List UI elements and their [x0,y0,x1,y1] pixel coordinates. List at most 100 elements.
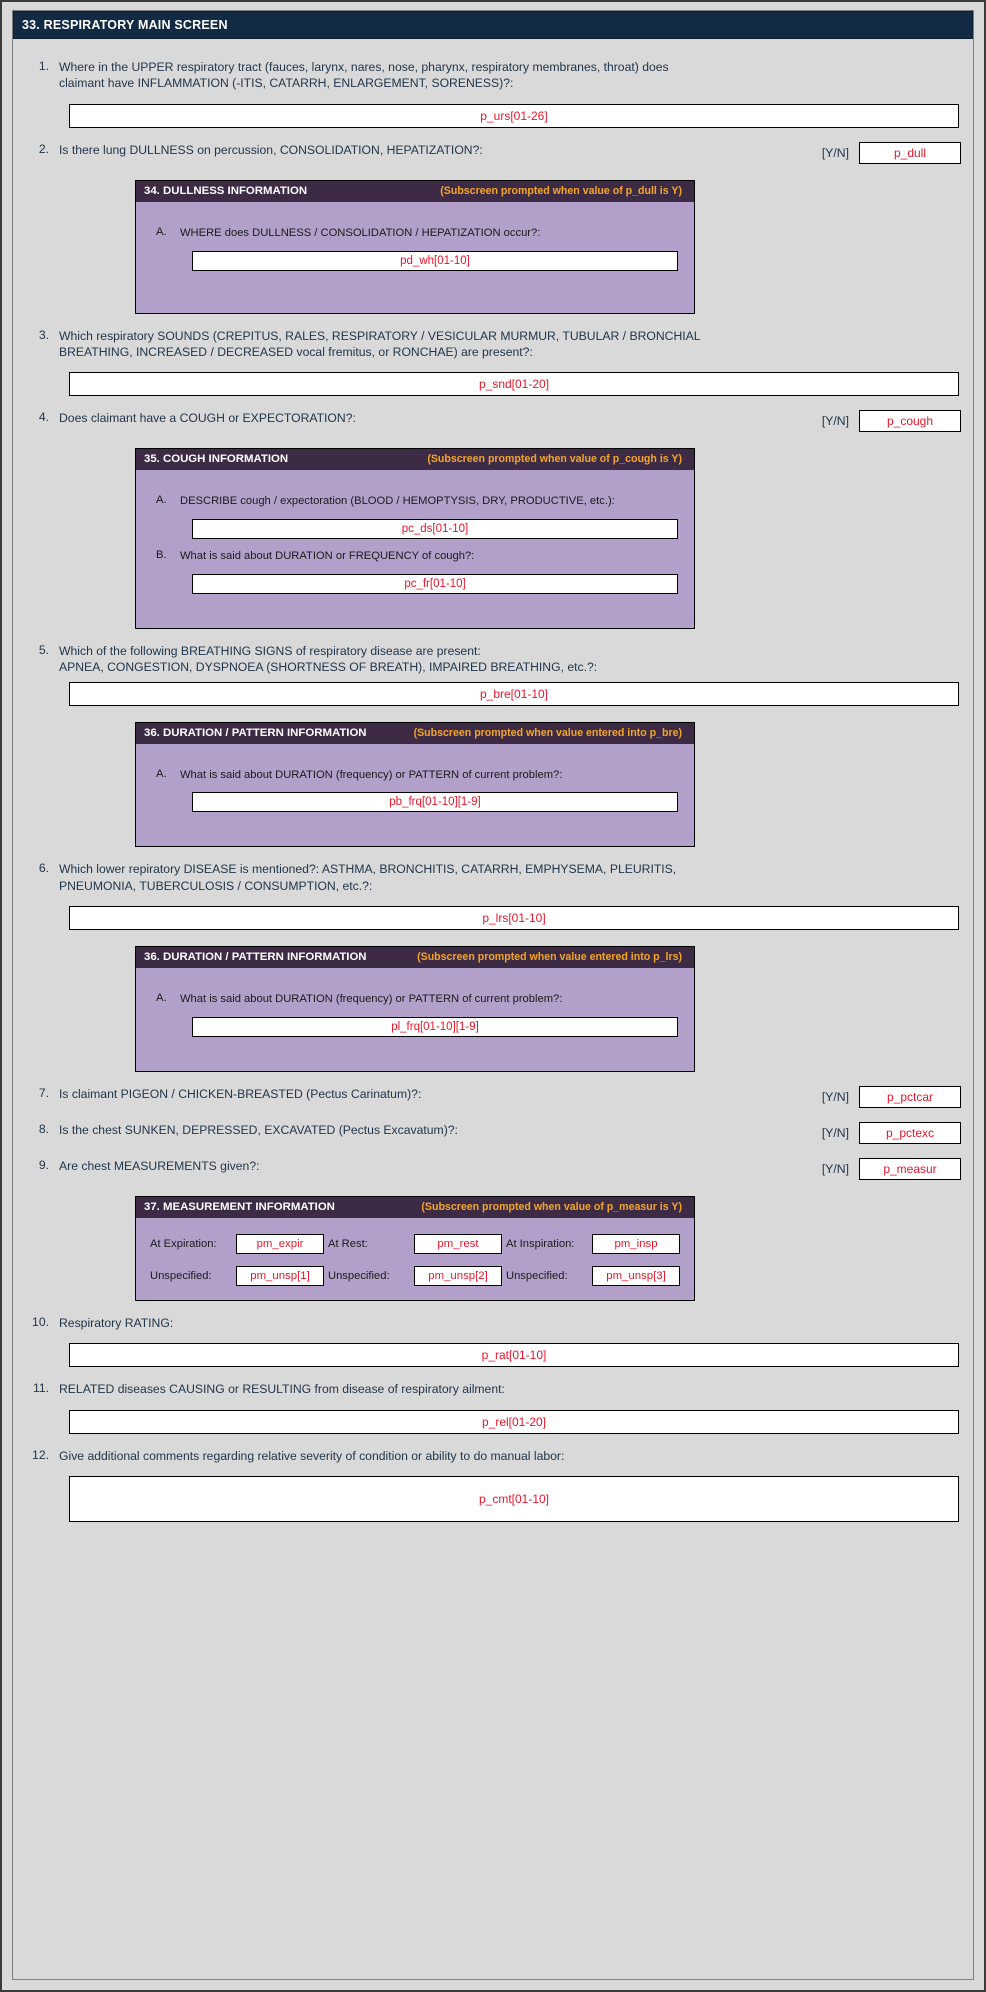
question-5: 5. Which of the following BREATHING SIGN… [25,643,961,676]
subscreen-measurement-body: At Expiration: pm_expir At Rest: pm_rest… [136,1217,694,1300]
respiratory-main-screen-page: 33. RESPIRATORY MAIN SCREEN 1. Where in … [0,0,986,1992]
measurement-row-1: At Expiration: pm_expir At Rest: pm_rest… [150,1233,684,1254]
subscreen-duration-lrs-body: A. What is said about DURATION (frequenc… [136,968,694,1071]
subscreen-dullness-title: 34. DULLNESS INFORMATION [144,184,308,197]
subscreen-cough-body: A. DESCRIBE cough / expectoration (BLOOD… [136,470,694,628]
subscreen-cough-title: 35. COUGH INFORMATION [144,453,289,466]
question-4-number: 4. [38,410,49,425]
question-1: 1. Where in the UPPER respiratory tract … [25,59,961,92]
field-pc-ds[interactable]: pc_ds[01-10] [192,519,678,539]
subscreen-cough-item-a: A. DESCRIBE cough / expectoration (BLOOD… [150,494,680,509]
subscreen-duration-lrs-item-a-label: What is said about DURATION (frequency) … [180,993,563,1005]
field-p-lrs[interactable]: p_lrs[01-10] [69,906,959,930]
question-3-line2: BREATHING, INCREASED / DECREASED vocal f… [59,344,533,359]
measurement-cell-inspiration: At Inspiration: pm_insp [506,1233,684,1254]
question-3: 3. Which respiratory SOUNDS (CREPITUS, R… [25,328,961,361]
field-p-measur[interactable]: p_measur [859,1157,961,1180]
subscreen-cough-header: 35. COUGH INFORMATION (Subscreen prompte… [136,449,694,471]
label-at-inspiration: At Inspiration: [506,1237,575,1250]
subscreen-measurement-note: (Subscreen prompted when value of p_meas… [421,1200,682,1213]
question-6-line1: Which lower repiratory DISEASE is mentio… [59,862,677,877]
field-p-dull[interactable]: p_dull [859,141,961,164]
subscreen-cough-item-a-letter: A. [156,494,167,507]
question-7: 7. Is claimant PIGEON / CHICKEN-BREASTED… [25,1085,961,1108]
subscreen-duration-lrs-title: 36. DURATION / PATTERN INFORMATION [144,951,367,963]
measurement-cell-unspecified-2: Unspecified: pm_unsp[2] [328,1265,506,1286]
field-pc-fr[interactable]: pc_fr[01-10] [192,573,678,594]
subscreen-duration-lrs-note: (Subscreen prompted when value entered i… [417,951,682,963]
question-10-text: Respiratory RATING: [59,1315,174,1330]
question-2: 2. Is there lung DULLNESS on percussion,… [25,141,961,164]
question-7-yn-label: [Y/N] [821,1089,849,1104]
subscreen-duration-bre-note: (Subscreen prompted when value entered i… [413,726,682,739]
question-1-text: Where in the UPPER respiratory tract (fa… [59,59,961,92]
label-at-rest: At Rest: [328,1237,368,1250]
question-4: 4. Does claimant have a COUGH or EXPECTO… [25,410,961,433]
field-pm-rest[interactable]: pm_rest [414,1233,502,1254]
question-11-text: RELATED diseases CAUSING or RESULTING fr… [59,1382,505,1397]
field-p-cough[interactable]: p_cough [859,410,961,433]
question-12-number: 12. [32,1447,49,1462]
question-6-number: 6. [38,861,49,876]
question-9: 9. Are chest MEASUREMENTS given?: [Y/N] … [25,1157,961,1180]
question-8-text: Is the chest SUNKEN, DEPRESSED, EXCAVATE… [59,1122,458,1137]
field-pd-wh[interactable]: pd_wh[01-10] [192,250,678,271]
question-9-yn-label: [Y/N] [821,1161,849,1176]
subscreen-measurement-information: 37. MEASUREMENT INFORMATION (Subscreen p… [135,1195,695,1301]
question-10-number: 10. [32,1314,49,1329]
subscreen-cough-item-a-label: DESCRIBE cough / expectoration (BLOOD / … [180,495,615,508]
subscreen-dullness-information: 34. DULLNESS INFORMATION (Subscreen prom… [135,179,695,314]
field-pb-frq[interactable]: pb_frq[01-10][1-9] [192,792,678,813]
field-p-snd[interactable]: p_snd[01-20] [69,372,959,397]
question-2-text: Is there lung DULLNESS on percussion, CO… [59,142,483,157]
subscreen-cough-item-b-label: What is said about DURATION or FREQUENCY… [180,550,475,562]
question-6: 6. Which lower repiratory DISEASE is men… [25,861,961,894]
subscreen-duration-lrs-item-a: A. What is said about DURATION (frequenc… [150,992,680,1007]
field-p-rel[interactable]: p_rel[01-20] [69,1409,959,1434]
subscreen-dullness-item-a-letter: A. [156,225,167,238]
form-body: 1. Where in the UPPER respiratory tract … [13,39,973,1540]
subscreen-duration-lrs-header: 36. DURATION / PATTERN INFORMATION (Subs… [136,947,694,968]
subscreen-dullness-item-a: A. WHERE does DULLNESS / CONSOLIDATION /… [150,226,680,241]
question-2-number: 2. [38,141,49,156]
field-p-pctexc[interactable]: p_pctexc [859,1121,961,1144]
field-pm-unsp-3[interactable]: pm_unsp[3] [592,1265,680,1286]
question-1-line1: Where in the UPPER respiratory tract (fa… [59,60,669,74]
subscreen-duration-bre-title: 36. DURATION / PATTERN INFORMATION [144,726,367,739]
subscreen-duration-bre-item-a-letter: A. [156,767,167,780]
question-2-answer-group: [Y/N] p_dull [821,141,961,164]
measurement-cell-rest: At Rest: pm_rest [328,1233,506,1254]
field-pm-unsp-2[interactable]: pm_unsp[2] [414,1265,502,1286]
field-p-pctcar[interactable]: p_pctcar [859,1085,961,1108]
question-4-text: Does claimant have a COUGH or EXPECTORAT… [59,411,356,426]
label-unspecified-2: Unspecified: [328,1269,390,1282]
field-pm-insp[interactable]: pm_insp [592,1233,680,1254]
measurement-cell-expiration: At Expiration: pm_expir [150,1233,328,1254]
question-3-line1: Which respiratory SOUNDS (CREPITUS, RALE… [59,328,701,343]
question-2-yn-label: [Y/N] [821,145,849,160]
subscreen-dullness-item-a-label: WHERE does DULLNESS / CONSOLIDATION / HE… [180,226,541,239]
subscreen-cough-information: 35. COUGH INFORMATION (Subscreen prompte… [135,448,695,629]
question-8-yn-label: [Y/N] [821,1125,849,1140]
subscreen-cough-item-b-letter: B. [156,549,167,561]
question-9-number: 9. [38,1157,49,1172]
subscreen-duration-bre-header: 36. DURATION / PATTERN INFORMATION (Subs… [136,722,694,744]
subscreen-duration-bre-item-a: A. What is said about DURATION (frequenc… [150,768,680,783]
question-5-text: Which of the following BREATHING SIGNS o… [59,643,961,676]
question-5-line1: Which of the following BREATHING SIGNS o… [59,643,481,658]
field-p-urs[interactable]: p_urs[01-26] [69,103,959,128]
field-p-rat[interactable]: p_rat[01-10] [69,1343,959,1368]
question-7-answer-group: [Y/N] p_pctcar [821,1085,961,1108]
question-8: 8. Is the chest SUNKEN, DEPRESSED, EXCAV… [25,1121,961,1144]
field-pm-unsp-1[interactable]: pm_unsp[1] [236,1265,324,1286]
field-pm-expir[interactable]: pm_expir [236,1233,324,1254]
question-9-answer-group: [Y/N] p_measur [821,1157,961,1180]
subscreen-dullness-header: 34. DULLNESS INFORMATION (Subscreen prom… [136,180,694,202]
field-pl-frq[interactable]: pl_frq[01-10][1-9] [192,1016,678,1037]
field-p-cmt[interactable]: p_cmt[01-10] [69,1475,959,1522]
question-3-text: Which respiratory SOUNDS (CREPITUS, RALE… [59,328,961,361]
subscreen-cough-item-b: B. What is said about DURATION or FREQUE… [150,549,680,564]
question-12-text: Give additional comments regarding relat… [59,1448,565,1463]
measurement-cell-unspecified-3: Unspecified: pm_unsp[3] [506,1265,684,1286]
field-p-bre[interactable]: p_bre[01-10] [69,681,959,706]
